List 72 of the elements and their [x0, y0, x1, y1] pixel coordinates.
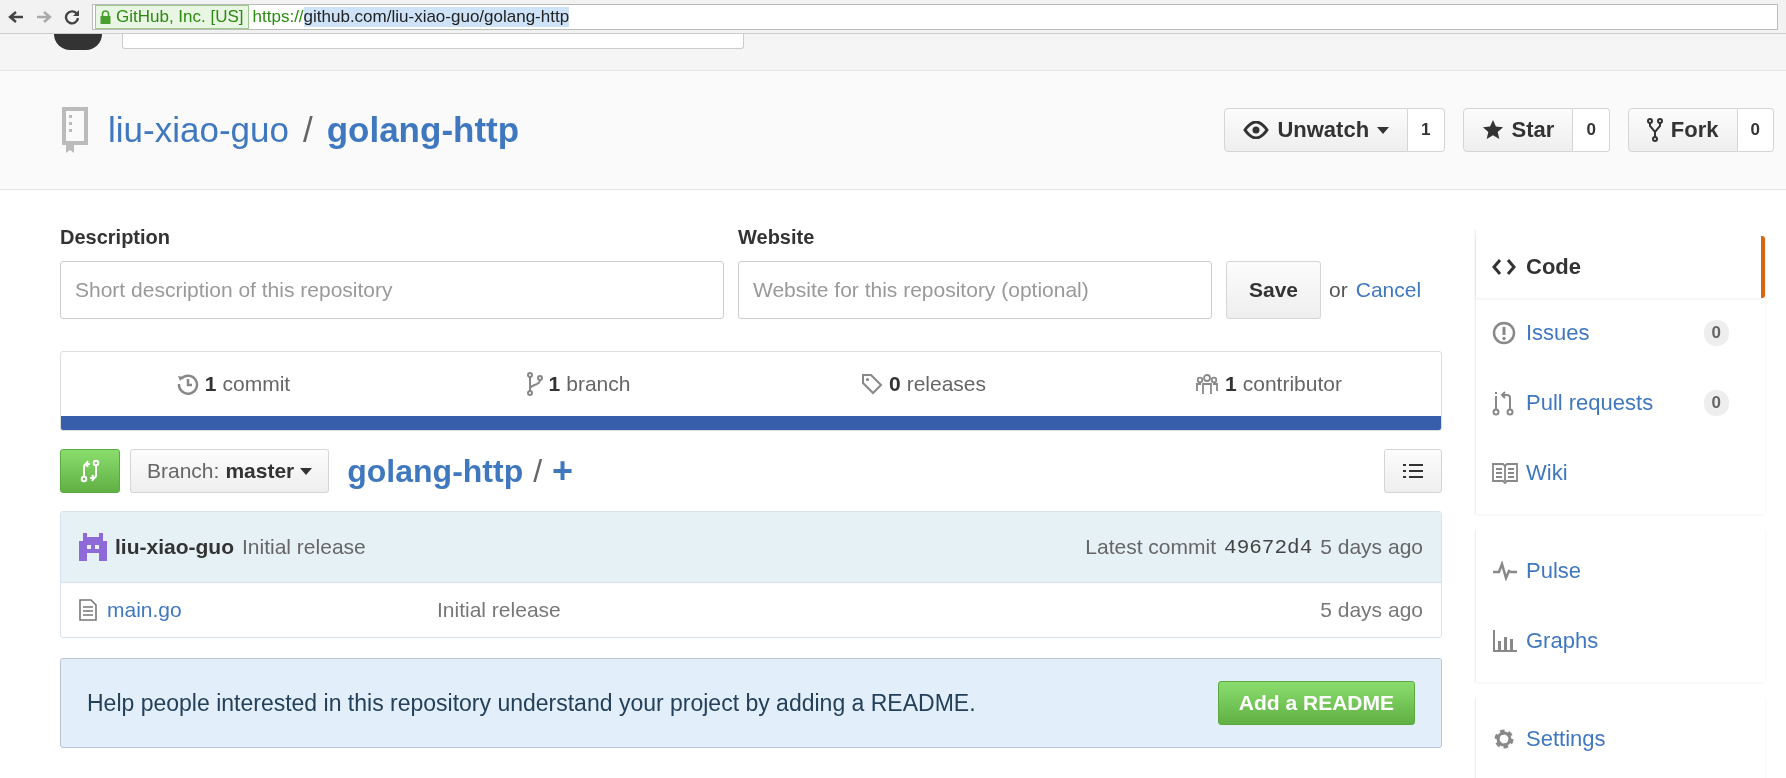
commit-age: 5 days ago [1320, 535, 1423, 559]
field-label: Website [738, 226, 816, 249]
owner-link[interactable]: liu-xiao-guo [108, 110, 289, 150]
people-icon [1195, 373, 1220, 395]
pulse-icon [1492, 561, 1518, 581]
path-separator: / [302, 110, 313, 150]
pull-request-icon [1492, 390, 1514, 416]
or-text: or [1329, 278, 1348, 302]
avatar-icon [79, 533, 107, 561]
settings-icon [1492, 727, 1516, 751]
fork-icon [1646, 118, 1663, 142]
stat-link[interactable]: 1 contributor [1096, 372, 1441, 396]
repo-icon [60, 107, 90, 153]
caret-icon [1377, 126, 1390, 134]
list-view-button[interactable] [1384, 449, 1442, 493]
counter-badge: 0 [1703, 390, 1729, 416]
repo-name-link[interactable]: golang-http [326, 110, 520, 150]
history-icon [176, 373, 199, 395]
commit-message-link[interactable]: Initial release [242, 535, 366, 559]
code-icon [1492, 258, 1516, 276]
path-separator: / [533, 452, 543, 490]
back-icon[interactable] [8, 9, 24, 24]
description-field[interactable]: Short description of this repository [60, 261, 724, 319]
watch-button[interactable]: Unwatch [1224, 108, 1409, 152]
commit-sha-link[interactable]: 49672d4 [1224, 535, 1313, 559]
count-link[interactable]: 0 [1573, 108, 1610, 152]
eye-icon [1243, 121, 1270, 139]
sidebar-item[interactable]: Code [1476, 236, 1765, 298]
sidebar-item[interactable]: Wiki [1476, 438, 1765, 508]
alert-icon [1492, 321, 1516, 345]
sidebar-item[interactable]: Pull requests 0 [1476, 368, 1765, 438]
cancel-link[interactable]: Cancel [1355, 278, 1422, 302]
author-link[interactable]: liu-xiao-guo [115, 535, 234, 559]
identity-text: GitHub, Inc. [US] [116, 6, 244, 27]
tag-icon [860, 373, 883, 395]
sidebar-item[interactable]: Settings [1476, 704, 1765, 774]
sidebar-item[interactable]: Graphs [1476, 606, 1765, 676]
file-link[interactable]: main.go [107, 598, 437, 622]
repo-path-link[interactable]: golang-http [347, 452, 524, 490]
stat-link[interactable]: 1 branch [406, 372, 751, 396]
address-bar[interactable]: GitHub, Inc. [US] https://github.com/liu-xiao-guo/golang-http [92, 3, 1778, 30]
sidebar-item[interactable]: Issues 0 [1476, 298, 1765, 368]
field-label: Description [60, 226, 172, 249]
commit-message-link[interactable]: Initial release [437, 598, 561, 622]
count-link[interactable]: 1 [1408, 108, 1445, 152]
readme-prompt-text: Help people interested in this repository understand your project by adding a README. [87, 689, 976, 717]
website-field[interactable]: Website for this repository (optional) [738, 261, 1212, 319]
add-file-link[interactable]: + [552, 450, 574, 492]
counter-badge: 0 [1703, 320, 1729, 346]
latest-commit-label: Latest commit [1085, 535, 1217, 559]
url-text: github.com/liu-xiao-guo/golang-http [303, 6, 570, 27]
lock-icon [100, 9, 111, 24]
compare-button[interactable] [60, 449, 120, 493]
stat-link[interactable]: 1 commit [61, 372, 406, 396]
sidebar-item[interactable]: Pulse [1476, 536, 1765, 606]
count-link[interactable]: 0 [1737, 108, 1774, 152]
book-icon [1492, 462, 1518, 484]
branch-selector[interactable]: Branch: master [130, 449, 330, 493]
save-button[interactable]: Save [1226, 261, 1322, 319]
star-icon [1481, 119, 1504, 141]
file-age: 5 days ago [1320, 598, 1423, 622]
file-icon [79, 599, 97, 621]
url-scheme: https:// [252, 6, 304, 27]
branch-icon [526, 372, 543, 396]
compare-icon [80, 459, 100, 483]
list-icon [1403, 463, 1423, 479]
fork-button[interactable]: Fork [1627, 108, 1738, 152]
caret-icon [300, 467, 313, 475]
stat-link[interactable]: 0 releases [751, 372, 1096, 396]
bar-chart-icon [1492, 629, 1518, 653]
star-button[interactable]: Star [1462, 108, 1574, 152]
reload-icon[interactable] [64, 8, 80, 25]
